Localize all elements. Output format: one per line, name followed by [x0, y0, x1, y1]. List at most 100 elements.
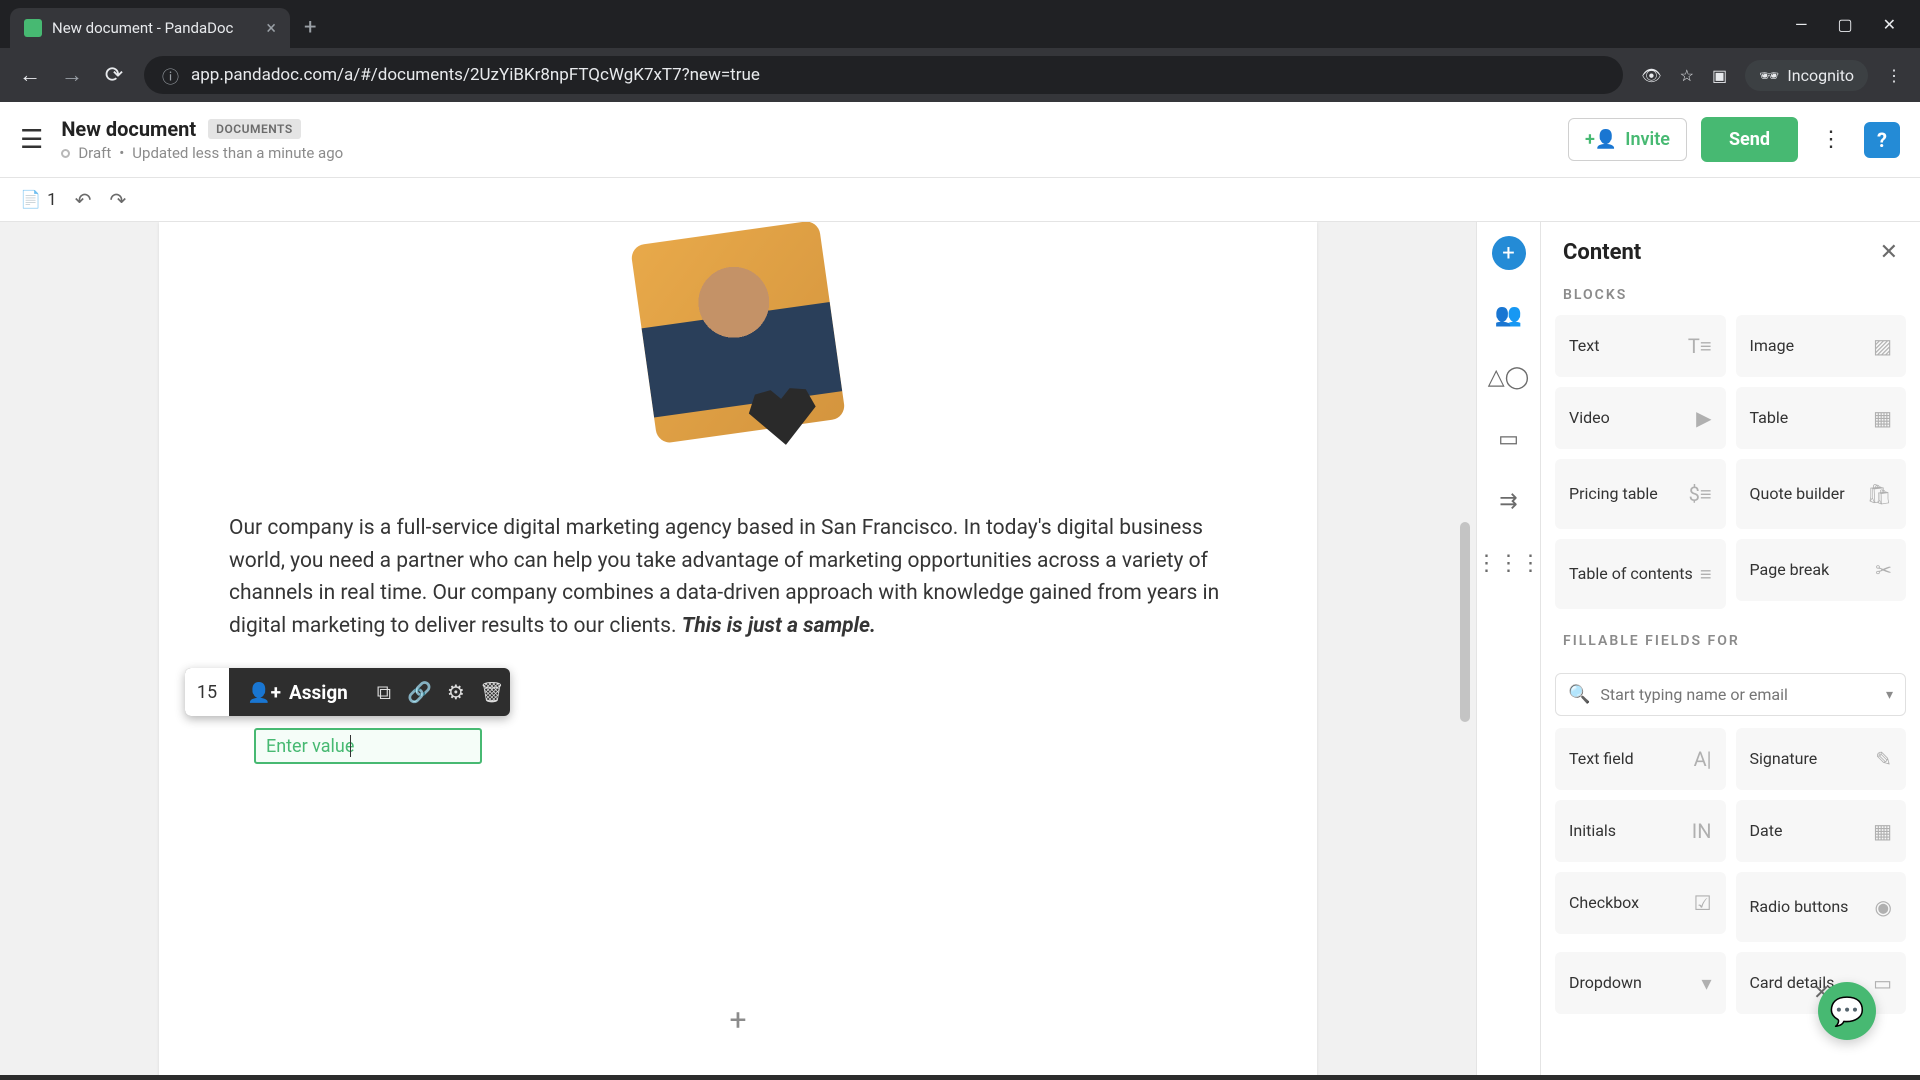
- redo-button[interactable]: ↷: [110, 188, 127, 212]
- recipient-input[interactable]: [1600, 685, 1876, 704]
- sample-text: This is just a sample.: [682, 614, 876, 638]
- invite-button[interactable]: +👤 Invite: [1568, 118, 1687, 161]
- document-page[interactable]: Our company is a full-service digital ma…: [159, 222, 1317, 1080]
- block-page-break[interactable]: Page break✂: [1736, 539, 1907, 601]
- settings-icon[interactable]: ⚙: [438, 668, 474, 716]
- incognito-icon: 🕶: [1759, 66, 1779, 85]
- field-checkbox[interactable]: Checkbox☑: [1555, 872, 1726, 934]
- fillable-section-label: FILLABLE FIELDS FOR: [1541, 623, 1920, 661]
- browser-tab[interactable]: New document - PandaDoc ×: [10, 8, 290, 48]
- table-icon: ▦: [1873, 406, 1892, 430]
- text-field-input[interactable]: Enter value: [254, 728, 482, 764]
- invite-label: Invite: [1625, 129, 1670, 150]
- block-image[interactable]: Image▨: [1736, 315, 1907, 377]
- field-radio[interactable]: Radio buttons◉: [1736, 872, 1907, 942]
- incognito-label: Incognito: [1787, 66, 1854, 85]
- block-pricing-table[interactable]: Pricing table$≡: [1555, 459, 1726, 529]
- back-button[interactable]: ←: [18, 62, 42, 88]
- text-icon: T≡: [1688, 334, 1712, 359]
- chevron-down-icon[interactable]: ▾: [1886, 687, 1893, 703]
- address-bar: ← → ⟳ ⓘ app.pandadoc.com/a/#/documents/2…: [0, 48, 1920, 102]
- field-placeholder: Enter value: [266, 736, 354, 757]
- variables-tab-icon[interactable]: △◯: [1492, 360, 1526, 394]
- field-date[interactable]: Date▦: [1736, 800, 1907, 862]
- link-icon[interactable]: 🔗: [402, 668, 438, 716]
- content-panel: Content ✕ BLOCKS TextT≡ Image▨ Video▶ Ta…: [1540, 222, 1920, 1080]
- new-tab-button[interactable]: +: [304, 15, 316, 40]
- quote-icon: 🛍: [1867, 482, 1892, 506]
- delete-icon[interactable]: 🗑: [474, 668, 510, 716]
- block-video[interactable]: Video▶: [1555, 387, 1726, 449]
- field-initials[interactable]: InitialsIN: [1555, 800, 1726, 862]
- content-panel-title: Content: [1563, 240, 1641, 265]
- bookmark-icon[interactable]: ☆: [1680, 66, 1694, 85]
- volunteer-photo: [630, 222, 846, 444]
- content-tab-icon[interactable]: +: [1492, 236, 1526, 270]
- tab-title: New document - PandaDoc: [52, 19, 233, 37]
- block-table[interactable]: Table▦: [1736, 387, 1907, 449]
- document-title[interactable]: New document: [61, 117, 196, 141]
- recipients-tab-icon[interactable]: 👥: [1492, 298, 1526, 332]
- browser-menu-icon[interactable]: ⋮: [1886, 66, 1902, 85]
- body-paragraph[interactable]: Our company is a full-service digital ma…: [159, 472, 1317, 662]
- radio-icon: ◉: [1875, 895, 1892, 919]
- layout-tab-icon[interactable]: ▭: [1492, 422, 1526, 456]
- toc-icon: ≡: [1700, 562, 1712, 587]
- forward-button[interactable]: →: [60, 62, 84, 88]
- assign-label: Assign: [289, 681, 348, 704]
- reload-button[interactable]: ⟳: [102, 63, 126, 88]
- field-dropdown[interactable]: Dropdown▾: [1555, 952, 1726, 1014]
- date-icon: ▦: [1873, 819, 1892, 843]
- document-badge: DOCUMENTS: [208, 119, 301, 139]
- assign-button[interactable]: 👤+ Assign: [229, 681, 366, 704]
- page-count[interactable]: 📄 1: [20, 190, 57, 210]
- document-toolbar: 📄 1 ↶ ↷: [0, 178, 1920, 222]
- close-panel-icon[interactable]: ✕: [1880, 240, 1898, 265]
- field-signature[interactable]: Signature✎: [1736, 728, 1907, 790]
- favicon-icon: [24, 19, 42, 37]
- content-panel-header: Content ✕: [1541, 222, 1920, 277]
- eye-off-icon[interactable]: 👁: [1641, 66, 1661, 85]
- block-text[interactable]: TextT≡: [1555, 315, 1726, 377]
- status-state: Draft: [78, 144, 111, 162]
- duplicate-icon[interactable]: ⧉: [366, 668, 402, 716]
- minimize-icon[interactable]: ―: [1795, 15, 1808, 34]
- site-info-icon[interactable]: ⓘ: [162, 63, 179, 88]
- scrollbar-thumb[interactable]: [1460, 522, 1470, 722]
- text-caret: [350, 735, 351, 757]
- search-icon: 🔍: [1568, 684, 1590, 705]
- field-text[interactable]: Text fieldA|: [1555, 728, 1726, 790]
- assign-icon: 👤+: [247, 681, 281, 704]
- chat-button[interactable]: 💬: [1818, 982, 1876, 1040]
- fields-grid: Text fieldA| Signature✎ InitialsIN Date▦…: [1541, 728, 1920, 1014]
- more-actions-icon[interactable]: ⋮: [1812, 127, 1850, 152]
- font-size-input[interactable]: 15: [185, 668, 229, 716]
- app-header: ☰ New document DOCUMENTS Draft • Updated…: [0, 102, 1920, 178]
- window-controls: ― ▢ ✕: [1795, 15, 1920, 34]
- panel-icon[interactable]: ▣: [1712, 66, 1727, 85]
- apps-tab-icon[interactable]: ⋮⋮⋮: [1492, 546, 1526, 580]
- canvas-area[interactable]: Our company is a full-service digital ma…: [0, 222, 1476, 1080]
- break-icon: ✂: [1875, 558, 1892, 582]
- hero-image: [593, 222, 883, 472]
- workflow-tab-icon[interactable]: ⇉: [1492, 484, 1526, 518]
- menu-icon[interactable]: ☰: [20, 125, 43, 155]
- incognito-indicator[interactable]: 🕶 Incognito: [1745, 60, 1868, 91]
- send-button[interactable]: Send: [1701, 117, 1798, 162]
- video-icon: ▶: [1696, 406, 1711, 430]
- url-input[interactable]: ⓘ app.pandadoc.com/a/#/documents/2UzYiBK…: [144, 56, 1623, 94]
- blocks-grid: TextT≡ Image▨ Video▶ Table▦ Pricing tabl…: [1541, 315, 1920, 609]
- block-quote-builder[interactable]: Quote builder🛍: [1736, 459, 1907, 529]
- close-window-icon[interactable]: ✕: [1883, 15, 1896, 34]
- help-button[interactable]: ?: [1864, 122, 1900, 158]
- close-tab-icon[interactable]: ×: [266, 18, 276, 39]
- add-block-button[interactable]: +: [720, 1002, 756, 1038]
- status-dot-icon: [61, 149, 70, 158]
- recipient-search[interactable]: 🔍 ▾: [1555, 673, 1906, 716]
- invite-icon: +👤: [1585, 129, 1617, 150]
- maximize-icon[interactable]: ▢: [1837, 15, 1852, 34]
- block-toc[interactable]: Table of contents≡: [1555, 539, 1726, 609]
- dropdown-icon: ▾: [1701, 971, 1711, 995]
- browser-tab-bar: New document - PandaDoc × + ― ▢ ✕: [0, 0, 1920, 48]
- undo-button[interactable]: ↶: [75, 188, 92, 212]
